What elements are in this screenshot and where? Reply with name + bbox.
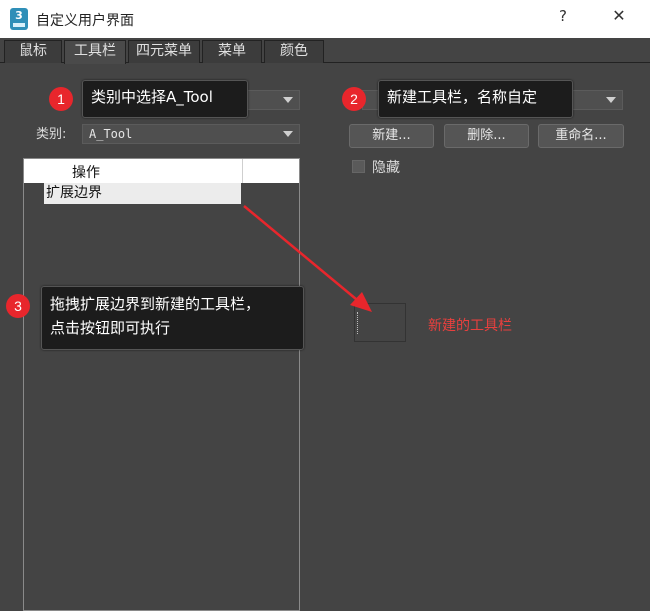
callout-step-3: 拖拽扩展边界到新建的工具栏， 点击按钮即可执行	[41, 286, 304, 350]
callout-number-1: 1	[49, 87, 73, 111]
arrow-head	[350, 292, 372, 312]
callout-step-1: 类别中选择A_Tool	[82, 80, 248, 118]
callout-step-2: 新建工具栏，名称自定	[378, 80, 573, 118]
callout-text-1: 类别中选择A_Tool	[91, 88, 213, 106]
callout-number-3: 3	[6, 294, 30, 318]
callout-number-2: 2	[342, 87, 366, 111]
callout-text-3-line-1: 拖拽扩展边界到新建的工具栏，	[50, 295, 261, 313]
callout-text-2: 新建工具栏，名称自定	[387, 88, 538, 106]
callout-text-3-line-2: 点击按钮即可执行	[50, 319, 171, 337]
